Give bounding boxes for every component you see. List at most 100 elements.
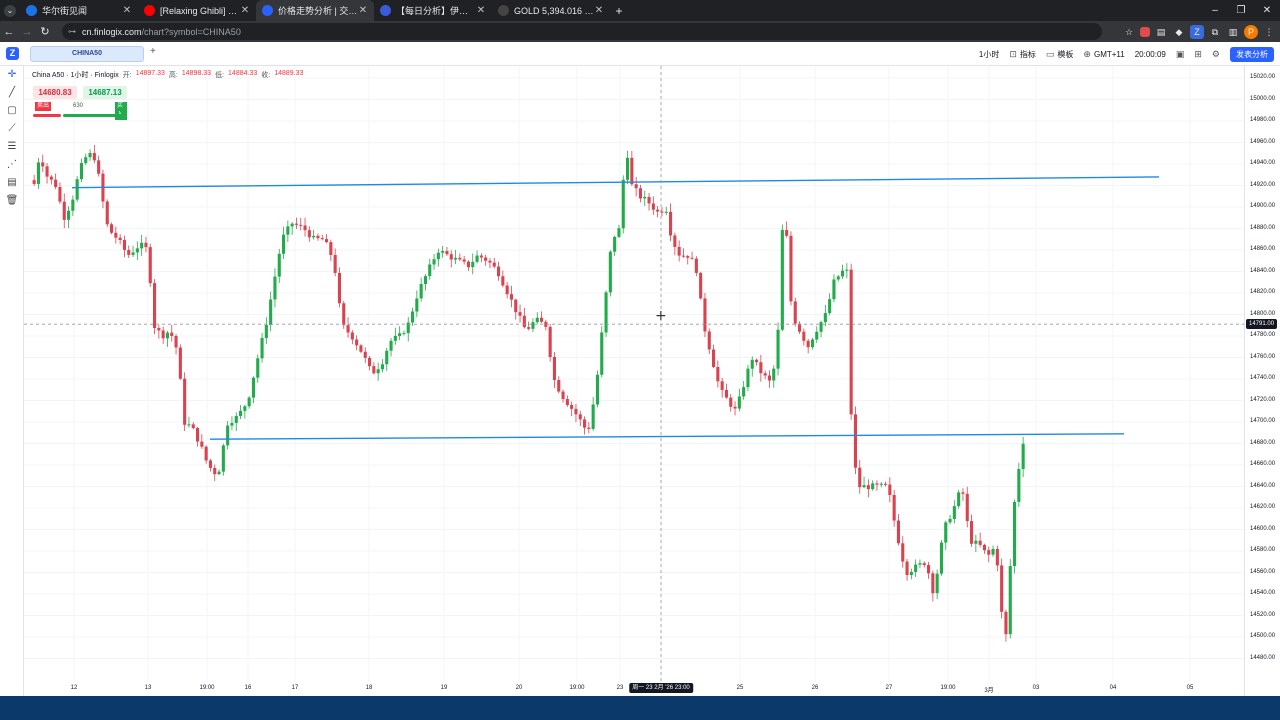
- browser-tab[interactable]: 【每日分析】伊朗战争降温, 黄金✕: [374, 0, 492, 21]
- candle-body: [552, 356, 556, 380]
- extension-icon[interactable]: [1140, 26, 1150, 37]
- text-tool-icon[interactable]: ▤: [0, 174, 24, 192]
- candle-body: [1021, 443, 1025, 470]
- back-icon[interactable]: ←: [0, 26, 18, 38]
- candle-body: [849, 269, 853, 415]
- rectangle-tool-icon[interactable]: ▢: [0, 102, 24, 120]
- candle-body: [122, 240, 126, 250]
- finlogix-logo[interactable]: Z: [6, 47, 19, 60]
- candle: [570, 401, 574, 417]
- candle-body: [948, 518, 952, 523]
- new-tab-button[interactable]: +: [610, 4, 628, 18]
- ruler-tool-icon[interactable]: ⟋: [0, 120, 24, 138]
- candle-body: [514, 299, 518, 313]
- candle-body: [871, 483, 875, 490]
- extension-icon[interactable]: Z: [1190, 24, 1204, 39]
- candle-body: [320, 238, 324, 240]
- candle: [49, 174, 53, 185]
- shield-icon[interactable]: ◆: [1172, 25, 1186, 39]
- site-info-icon[interactable]: ⊶: [68, 27, 76, 36]
- time-tick-label: 17: [291, 685, 299, 691]
- candle: [226, 420, 230, 450]
- layout-icon[interactable]: ⊞: [1194, 49, 1202, 60]
- chart-pane[interactable]: + China A50 · 1小时 · Finlogix 开: 14897.33 …: [24, 66, 1244, 696]
- price-axis[interactable]: 15020.00 15000.00 14980.00 14960.00 14940.00…: [1244, 66, 1280, 696]
- drawing-toolbar: ✛ ╱ ▢ ⟋ ☰ ⋰ ▤ 🗑: [0, 66, 24, 696]
- maximize-icon[interactable]: ❐: [1228, 0, 1254, 21]
- indicators-button[interactable]: ⊡ 指标: [1009, 49, 1036, 60]
- candle-body: [191, 424, 195, 429]
- crosshair-tool-icon[interactable]: ✛: [0, 66, 24, 84]
- candle: [118, 234, 122, 245]
- tab-title: 【每日分析】伊朗战争降温, 黄金: [396, 6, 476, 16]
- snapshot-icon[interactable]: ▣: [1176, 49, 1185, 60]
- settings-gear-icon[interactable]: ⚙: [1212, 49, 1220, 60]
- forward-icon[interactable]: →: [18, 26, 36, 38]
- close-tab-icon[interactable]: ✕: [122, 5, 132, 16]
- candle: [273, 268, 277, 308]
- candle: [101, 169, 105, 209]
- interval-select[interactable]: 1小时: [979, 49, 999, 60]
- puzzle-icon[interactable]: ⧉: [1208, 25, 1222, 39]
- close-tab-icon[interactable]: ✕: [358, 5, 368, 16]
- candle: [234, 412, 238, 432]
- candle: [183, 372, 187, 432]
- candle-body: [587, 427, 591, 429]
- candle-body: [432, 259, 436, 265]
- candle: [922, 561, 926, 568]
- browser-tab[interactable]: [Relaxing Ghibli] Ghibli Medley✕: [138, 0, 256, 21]
- tab-search-button[interactable]: ⌄: [0, 0, 20, 21]
- candle-body: [428, 264, 432, 277]
- candle-body: [789, 235, 793, 302]
- tab-favicon-icon: [26, 5, 37, 16]
- candle-body: [845, 269, 849, 271]
- sell-price-button[interactable]: 14680.83: [33, 86, 77, 99]
- browser-tab[interactable]: 华尔街见闻 ✕: [20, 0, 138, 21]
- templates-button[interactable]: ▭ 模板: [1046, 49, 1074, 60]
- trash-icon[interactable]: 🗑: [0, 192, 24, 210]
- reload-icon[interactable]: ↻: [36, 25, 54, 38]
- profile-avatar[interactable]: P: [1244, 24, 1258, 39]
- trendline-tool-icon[interactable]: ╱: [0, 84, 24, 102]
- candle: [110, 222, 114, 235]
- url-input[interactable]: ⊶ cn.finlogix.com/chart?symbol=CHINA50: [62, 23, 1102, 40]
- buy-price-button[interactable]: 14687.13: [83, 86, 127, 99]
- candle: [720, 377, 724, 398]
- extension-icon[interactable]: ▤: [1154, 25, 1168, 39]
- candle: [849, 263, 853, 420]
- tab-favicon-icon: [262, 5, 273, 16]
- time-axis[interactable]: 121319:00161718192019:00232425262719:003…: [24, 682, 1244, 696]
- candle-body: [350, 332, 354, 340]
- candle-body: [604, 292, 608, 333]
- legend-high: 14898.33: [181, 70, 212, 77]
- timezone-select[interactable]: ⊕ GMT+11: [1083, 49, 1124, 60]
- fib-tool-icon[interactable]: ☰: [0, 138, 24, 156]
- symbol-tab[interactable]: CHINA50: [30, 46, 144, 62]
- url-path: /chart?symbol=CHINA50: [141, 26, 241, 37]
- candle-body: [329, 242, 333, 256]
- candle: [140, 234, 144, 256]
- time-tick-label: 05: [1186, 685, 1194, 691]
- candlestick-chart[interactable]: +: [24, 66, 1244, 682]
- browser-tab[interactable]: 价格走势分析 | 交互式技术分析✕: [256, 0, 374, 21]
- close-tab-icon[interactable]: ✕: [594, 5, 604, 16]
- extension-icons: ☆ ▤ ◆ Z ⧉ ▥ P ⋮: [1122, 21, 1276, 42]
- menu-icon[interactable]: ⋮: [1262, 25, 1276, 39]
- bookmark-star-icon[interactable]: ☆: [1122, 25, 1136, 39]
- sidebar-icon[interactable]: ▥: [1226, 25, 1240, 39]
- candle-body: [901, 543, 905, 562]
- close-tab-icon[interactable]: ✕: [240, 5, 250, 16]
- publish-analysis-button[interactable]: 发表分析: [1230, 46, 1274, 62]
- browser-tab[interactable]: GOLD 5,394.016 ▲ +2.19%✕: [492, 0, 610, 21]
- candle-body: [965, 493, 969, 522]
- legend-close-label: 收:: [261, 72, 271, 79]
- candle: [239, 404, 243, 420]
- close-window-icon[interactable]: ✕: [1254, 0, 1280, 21]
- candle-body: [561, 391, 565, 400]
- close-tab-icon[interactable]: ✕: [476, 5, 486, 16]
- candle: [892, 489, 896, 527]
- add-symbol-tab-button[interactable]: +: [150, 46, 156, 57]
- candle: [763, 370, 767, 380]
- minimize-icon[interactable]: –: [1202, 0, 1228, 21]
- pattern-tool-icon[interactable]: ⋰: [0, 156, 24, 174]
